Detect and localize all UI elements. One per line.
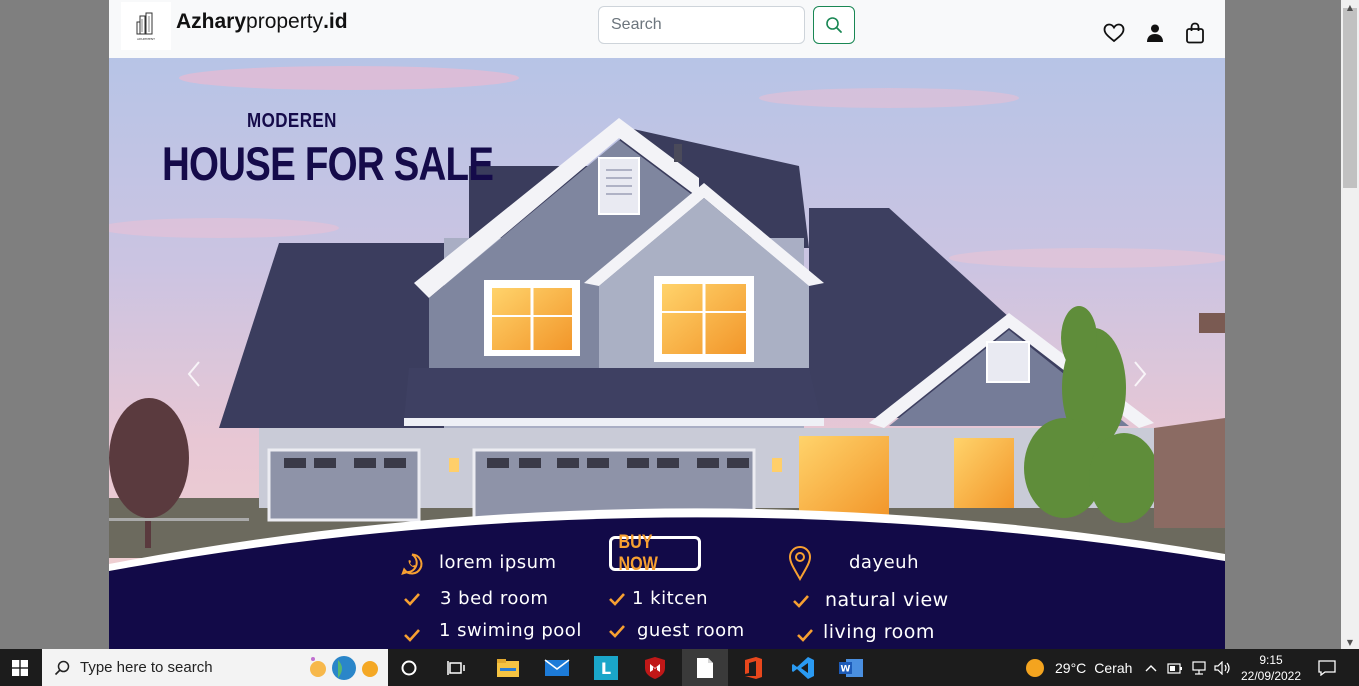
user-icon [1147, 24, 1163, 42]
check-icon [404, 629, 420, 642]
brand-logo[interactable]: APARTMENT [121, 2, 171, 50]
taskbar-file-explorer[interactable] [488, 649, 528, 686]
taskbar-search-placeholder: Type here to search [80, 659, 213, 676]
feature-bedroom: 3 bed room [440, 588, 549, 609]
vscode-icon [792, 656, 814, 679]
feature-guest-room: guest room [637, 620, 745, 641]
check-icon [793, 595, 809, 608]
clock-time: 9:15 [1259, 653, 1283, 667]
contact-text: lorem ipsum [439, 552, 557, 573]
buy-now-label: BUY NOW [618, 531, 658, 575]
word-icon: W [839, 658, 863, 677]
windows-logo-icon [12, 659, 28, 676]
task-view-button[interactable] [438, 649, 476, 686]
taskbar-search-box[interactable]: Type here to search [42, 649, 388, 686]
taskbar: Type here to search L W 29°C Cerah 9:15 … [0, 649, 1359, 686]
taskbar-mcafee[interactable] [634, 649, 676, 686]
scroll-down-arrow[interactable]: ▼ [1341, 635, 1359, 649]
scroll-up-arrow[interactable]: ▲ [1341, 0, 1359, 14]
hero-title-part1: HOUSE FOR [162, 137, 385, 190]
network-status[interactable] [1188, 649, 1210, 686]
wishlist-button[interactable] [1101, 20, 1127, 46]
search-highlight-icon [310, 656, 378, 680]
logo-text: APARTMENT [137, 37, 155, 41]
folder-icon [497, 658, 519, 677]
chevron-up-icon [1145, 664, 1157, 671]
hero-title-part2: SALE [393, 137, 494, 190]
brand-name[interactable]: Azharyproperty.id [176, 10, 348, 34]
network-icon [1192, 660, 1206, 675]
search-input[interactable] [598, 6, 805, 44]
taskbar-vscode[interactable] [782, 649, 824, 686]
svg-text:W: W [841, 664, 851, 674]
check-icon [797, 629, 813, 642]
search-icon [54, 660, 70, 675]
hero-carousel: MODEREN HOUSE FOR SALE lorem ipsum BUY N… [109, 58, 1225, 649]
start-button[interactable] [0, 649, 40, 686]
brand-bold: Azhary [176, 10, 247, 33]
mail-icon [544, 658, 570, 676]
battery-status[interactable] [1164, 649, 1186, 686]
location-pin-icon [788, 546, 812, 581]
search-icon [826, 17, 842, 33]
volume-control[interactable] [1212, 649, 1234, 686]
taskbar-office[interactable] [732, 649, 774, 686]
office-icon [745, 656, 762, 679]
cortana-button[interactable] [390, 649, 428, 686]
cortana-icon [401, 660, 417, 675]
taskbar-mail[interactable] [536, 649, 578, 686]
feature-living-room: living room [823, 621, 935, 643]
weather-temperature: 29°C [1055, 659, 1087, 676]
brand-suffix: .id [323, 10, 348, 33]
chevron-left-icon [187, 361, 200, 387]
carousel-prev-button[interactable] [179, 354, 209, 394]
navbar: APARTMENT Azharyproperty.id [109, 0, 1225, 58]
speaker-icon [1214, 660, 1230, 675]
weather-condition: Cerah [1094, 659, 1133, 676]
feature-kitchen: 1 kitcen [632, 588, 709, 609]
battery-icon [1167, 662, 1182, 674]
tray-expand-button[interactable] [1142, 649, 1160, 686]
taskbar-word[interactable]: W [830, 649, 872, 686]
weather-widget[interactable]: 29°C Cerah [1024, 649, 1136, 686]
account-button[interactable] [1142, 20, 1168, 46]
search-button[interactable] [813, 6, 855, 44]
notification-center-button[interactable] [1312, 649, 1342, 686]
sun-icon [1026, 658, 1044, 677]
shield-icon [645, 656, 665, 679]
l-app-icon: L [594, 655, 618, 680]
hero-subtitle: MODEREN [247, 110, 337, 132]
clock-date: 22/09/2022 [1240, 669, 1302, 683]
brand-light: property [246, 10, 324, 33]
whatsapp-icon [401, 553, 423, 576]
chevron-right-icon [1134, 361, 1147, 387]
taskbar-notepad[interactable] [682, 649, 728, 686]
notification-icon [1318, 659, 1336, 676]
feature-pool: 1 swiming pool [439, 620, 582, 641]
check-icon [609, 625, 625, 638]
taskbar-app-l[interactable]: L [586, 649, 626, 686]
document-icon [697, 657, 713, 678]
building-logo-icon: APARTMENT [136, 12, 155, 41]
feature-natural-view: natural view [825, 589, 949, 611]
cart-button[interactable] [1182, 20, 1208, 46]
check-icon [609, 593, 625, 606]
svg-text:L: L [601, 659, 611, 678]
bag-icon [1186, 22, 1204, 44]
browser-page: APARTMENT Azharyproperty.id Search MODER… [109, 0, 1225, 649]
buy-now-button[interactable]: BUY NOW [609, 532, 701, 575]
system-clock[interactable]: 9:15 22/09/2022 [1236, 652, 1306, 684]
carousel-next-button[interactable] [1125, 354, 1155, 394]
task-view-icon [447, 660, 465, 675]
hero-title: HOUSE FOR SALE [162, 136, 494, 191]
check-icon [404, 593, 420, 606]
heart-icon [1103, 23, 1125, 43]
location-text: dayeuh [849, 552, 919, 573]
scrollbar-thumb[interactable] [1343, 8, 1357, 188]
